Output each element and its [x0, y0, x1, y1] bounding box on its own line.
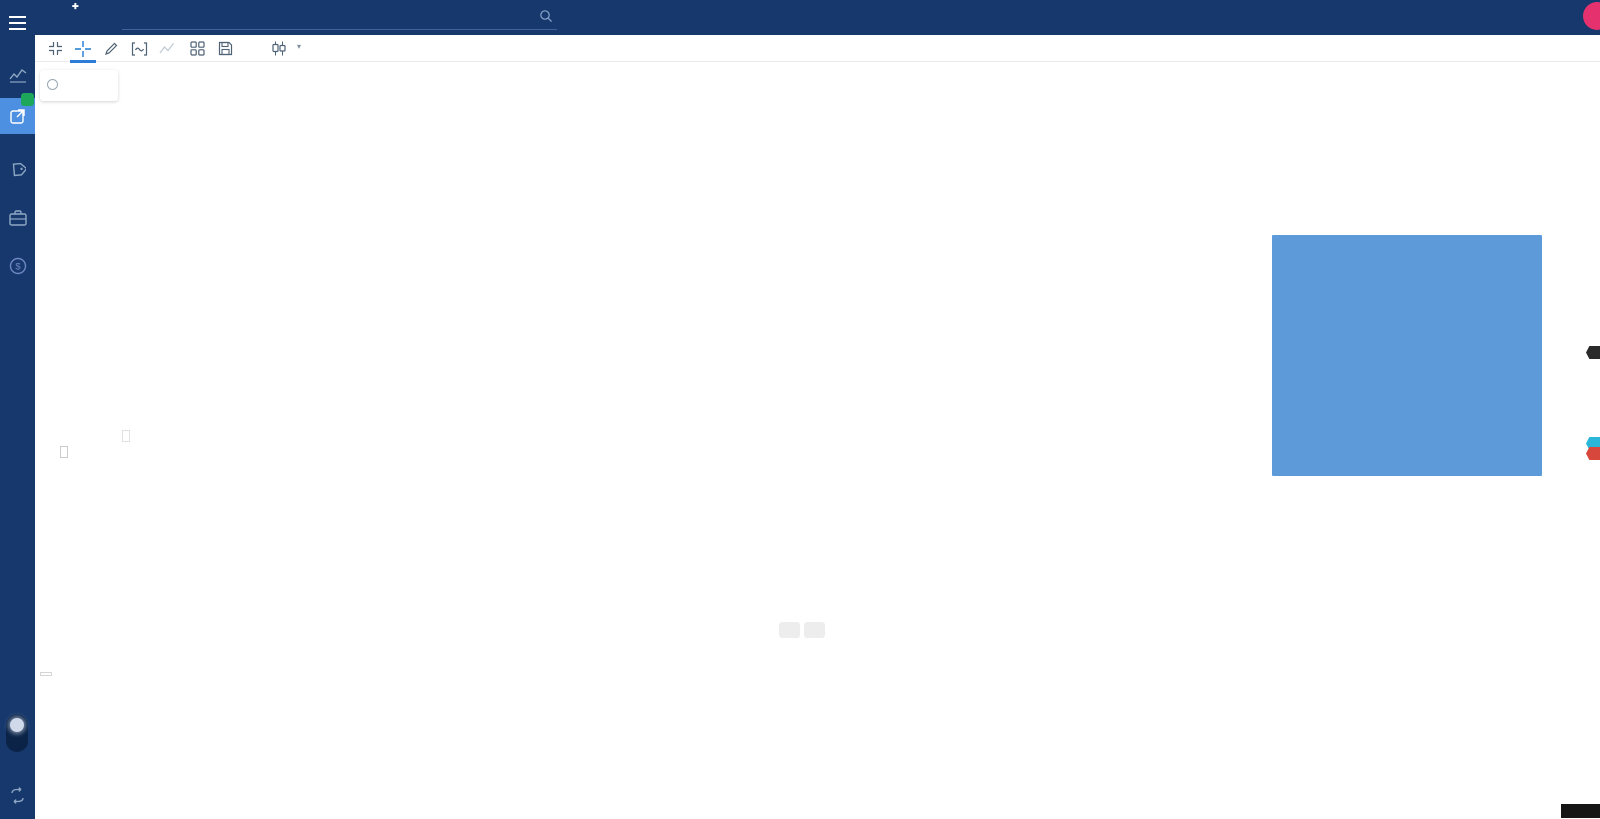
- collapse-arrows-icon: [48, 42, 62, 55]
- sidebar-item-trade[interactable]: [0, 93, 35, 134]
- current-buy-price-label: [60, 446, 68, 458]
- data-window-tooltip: [1272, 235, 1542, 476]
- zigzag-icon: [159, 43, 175, 54]
- volume-zoom-out-button[interactable]: [779, 622, 800, 638]
- fit-chart-button[interactable]: [43, 38, 67, 59]
- macd-indicator-label: [40, 672, 52, 676]
- switch-account-button[interactable]: [0, 778, 35, 813]
- sidebar-item-markets[interactable]: [0, 57, 35, 92]
- sun-icon: [10, 718, 24, 732]
- tag-icon: [12, 162, 26, 177]
- candlestick-icon: [272, 41, 286, 56]
- layout-button[interactable]: [185, 38, 209, 59]
- search-input[interactable]: [122, 4, 522, 28]
- theme-toggle[interactable]: [6, 714, 28, 752]
- wave-brackets-icon: [131, 41, 147, 56]
- positions-count-badge: [21, 93, 34, 106]
- search-icon[interactable]: [539, 9, 553, 23]
- logo-plus-icon: ✚: [72, 2, 80, 11]
- indicators-button[interactable]: [240, 38, 264, 59]
- chart-toolbar: ▾: [35, 35, 1600, 63]
- grid-layout-icon: [189, 41, 205, 56]
- instrument-card[interactable]: [40, 70, 118, 101]
- svg-text:$: $: [15, 261, 21, 272]
- crosshair-icon: [75, 40, 91, 57]
- search-field[interactable]: [122, 4, 557, 30]
- crosshair-date-tag: [1561, 804, 1600, 818]
- trade-positions-icon: [9, 109, 25, 124]
- sidebar-item-funds[interactable]: $: [0, 248, 35, 283]
- patterns-tool-button[interactable]: [127, 38, 151, 59]
- dollar-coin-icon: $: [9, 257, 26, 274]
- briefcase-icon: [8, 209, 27, 226]
- chart-type-button[interactable]: [267, 38, 291, 59]
- draw-tool-button[interactable]: [99, 38, 123, 59]
- volume-zoom-in-button[interactable]: [804, 622, 825, 638]
- topbar: ✚: [0, 0, 1600, 35]
- info-icon[interactable]: [47, 79, 58, 90]
- notification-bubble[interactable]: [1583, 2, 1600, 30]
- sidebar: $: [0, 0, 35, 819]
- save-chart-button[interactable]: [213, 38, 237, 59]
- open-price-label: [122, 430, 130, 442]
- chevron-down-icon: ▾: [297, 42, 302, 51]
- pencil-icon: [104, 42, 117, 55]
- line-chart-icon: [8, 68, 26, 83]
- trend-tool-button[interactable]: [155, 38, 179, 59]
- save-icon: [218, 41, 232, 56]
- sidebar-item-portfolio[interactable]: [0, 200, 35, 235]
- timeframe-dropdown[interactable]: ▾: [293, 40, 337, 52]
- crosshair-tool-button[interactable]: [70, 38, 96, 63]
- hamburger-icon: [9, 15, 26, 30]
- app-root: ✚ $ ▾: [0, 0, 1600, 819]
- menu-button[interactable]: [0, 5, 35, 40]
- sidebar-item-watchlist[interactable]: [0, 152, 35, 187]
- refresh-arrows-icon: [11, 787, 24, 804]
